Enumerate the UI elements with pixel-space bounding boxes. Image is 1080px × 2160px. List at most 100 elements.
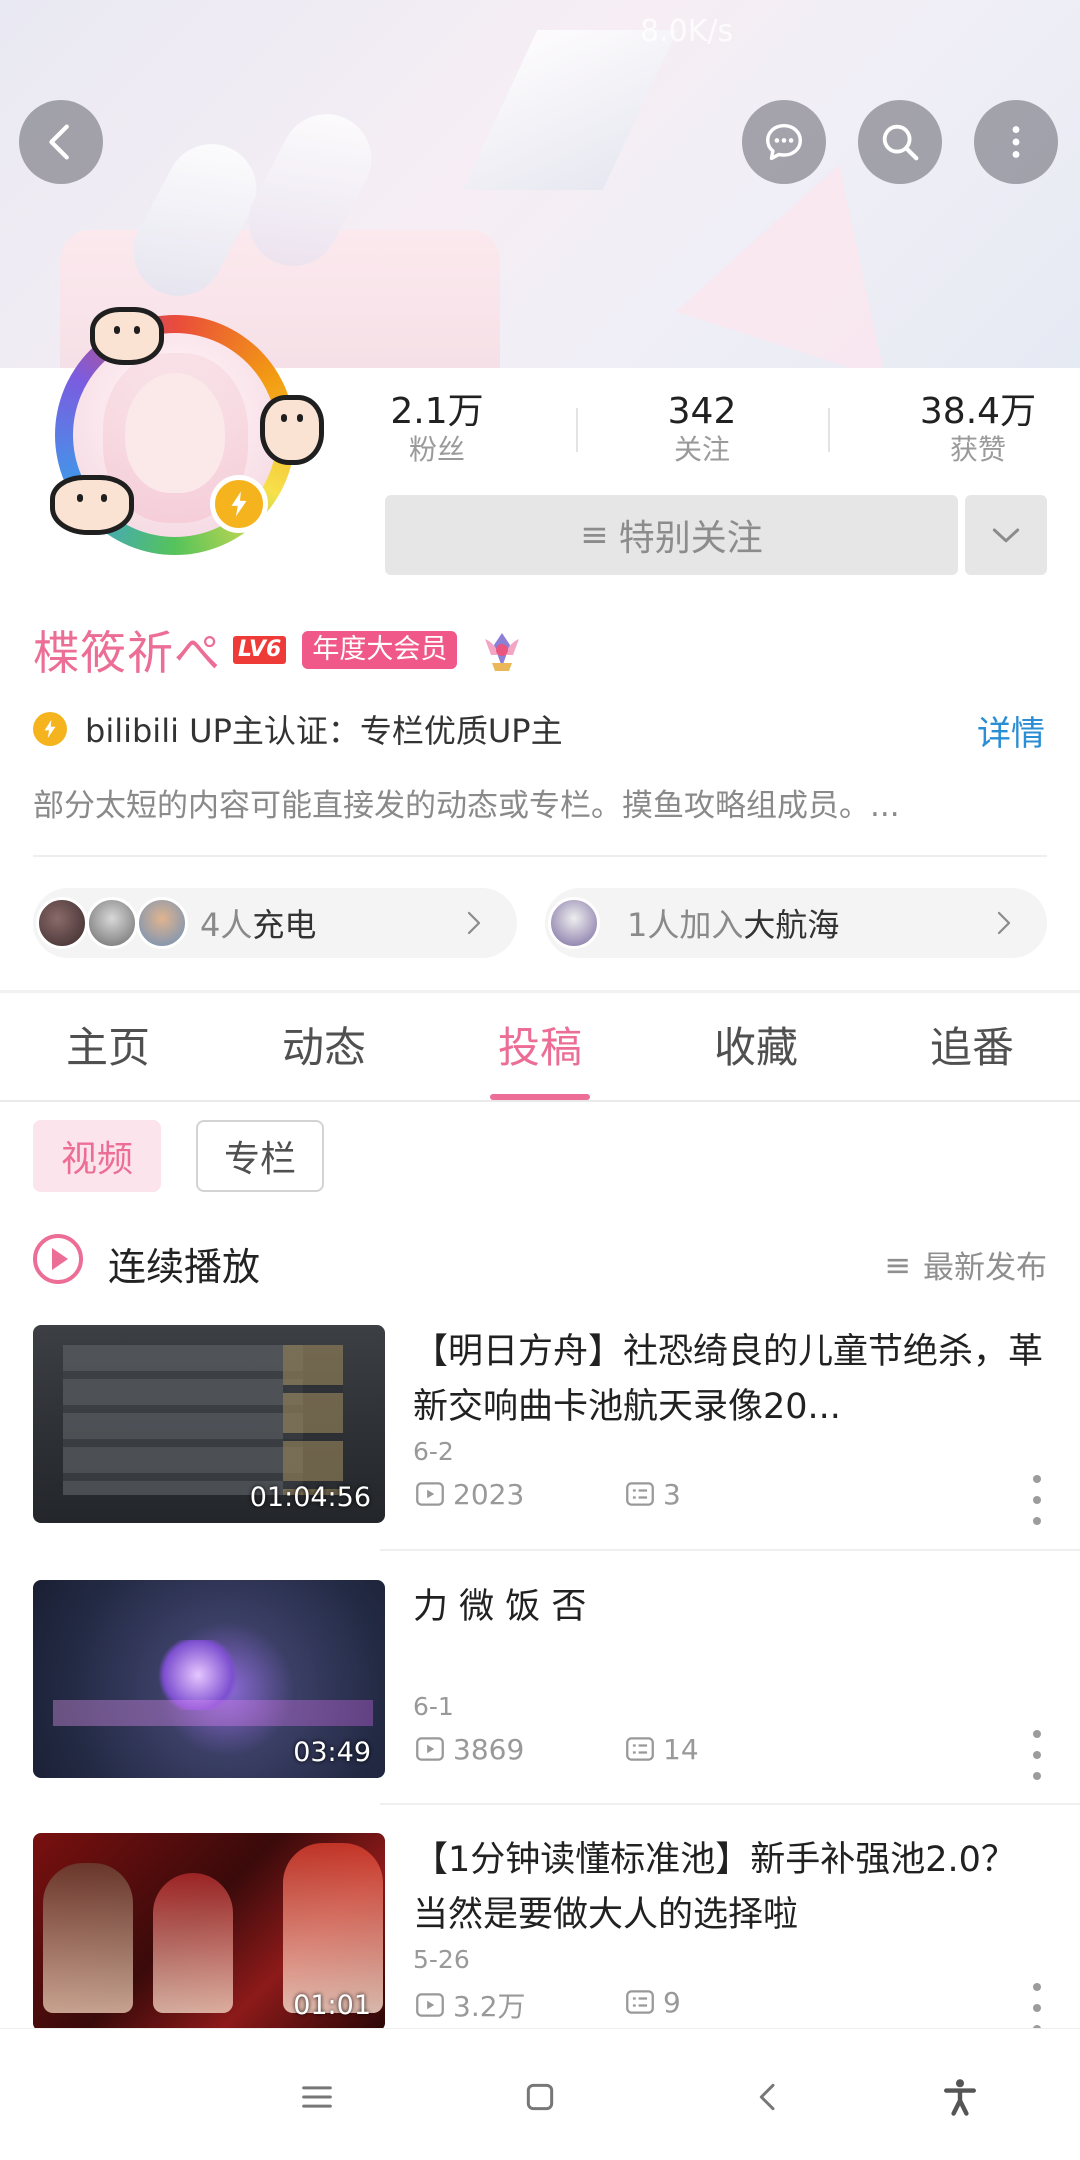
video-duration: 01:01 (293, 1990, 371, 2021)
stat-label: 关注 (673, 433, 730, 466)
filter-column-chip[interactable]: 专栏 (196, 1120, 324, 1192)
tab-home[interactable]: 主页 (0, 1000, 216, 1100)
verification-text: bilibili UP主认证：专栏优质UP主 (85, 712, 563, 750)
list-icon: ≡ (580, 515, 609, 555)
stat-divider (576, 408, 578, 452)
fleet-avatar (548, 897, 600, 949)
stat-value: 38.4万 (919, 391, 1037, 432)
filter-video-chip[interactable]: 视频 (33, 1120, 161, 1192)
special-follow-button[interactable]: ≡ 特别关注 (385, 495, 958, 575)
pendant-cat-icon (260, 395, 324, 465)
danmaku-icon (626, 1990, 654, 2014)
video-title: 力 微 饭 否 (413, 1587, 587, 1627)
video-thumbnail[interactable]: 01:04:56 (33, 1325, 385, 1523)
tab-favorites[interactable]: 收藏 (648, 1000, 864, 1100)
video-more-button[interactable] (1027, 1475, 1047, 1525)
video-item[interactable]: 01:01 【1分钟读懂标准池】新手补强池2.0？当然是要做大人的选择啦 5-2… (33, 1833, 1047, 2033)
tab-dynamics[interactable]: 动态 (216, 1000, 432, 1100)
back-button[interactable] (19, 100, 103, 184)
video-duration: 03:49 (293, 1737, 371, 1768)
video-duration: 01:04:56 (249, 1482, 371, 1513)
message-button[interactable] (742, 100, 826, 184)
home-button[interactable] (510, 2069, 570, 2125)
pendant-cat-icon (50, 475, 134, 535)
system-navigation-bar (0, 2028, 1080, 2160)
continuous-play-button[interactable]: 连续播放 (108, 1236, 260, 1291)
chevron-right-icon (467, 911, 481, 935)
stat-label: 获赞 (949, 433, 1006, 466)
chat-bubble-icon (765, 123, 803, 161)
search-button[interactable] (858, 100, 942, 184)
details-link[interactable]: 详情 (977, 706, 1045, 755)
chevron-right-icon (997, 911, 1011, 935)
search-icon (882, 124, 919, 161)
video-more-button[interactable] (1027, 1983, 1047, 2033)
medal-icon[interactable] (477, 625, 527, 675)
follow-button-label: 特别关注 (618, 518, 763, 559)
divider (380, 1549, 1080, 1551)
danmaku-icon (626, 1737, 654, 1761)
avatar[interactable] (50, 307, 330, 565)
stat-likes[interactable]: 38.4万 获赞 (898, 392, 1058, 468)
continuous-play-row: 连续播放 ≡ 最新发布 (33, 1230, 1047, 1290)
back-icon (49, 124, 69, 160)
divider (33, 855, 1047, 857)
charge-text: 4人充电 (200, 906, 317, 944)
back-icon (759, 2083, 775, 2111)
tab-uploads[interactable]: 投稿 (432, 1000, 648, 1100)
supporter-avatar (36, 897, 88, 949)
accessibility-button[interactable] (930, 2069, 990, 2125)
home-icon (526, 2083, 554, 2111)
verified-bolt-icon (33, 712, 67, 746)
view-count: 3.2万 (453, 1990, 526, 2023)
video-item[interactable]: 01:04:56 【明日方舟】社恐绮良的儿童节绝杀，革新交响曲卡池航天录像20.… (33, 1325, 1047, 1525)
divider (380, 1803, 1080, 1805)
video-stats: 3869 14 (413, 1732, 699, 1766)
fleet-button[interactable]: 1人加入大航海 (545, 888, 1047, 958)
video-date: 5-26 (413, 1945, 470, 1974)
supporter-avatar (86, 897, 138, 949)
video-item[interactable]: 03:49 力 微 饭 否 6-1 3869 14 (33, 1580, 1047, 1780)
video-date: 6-1 (413, 1692, 454, 1721)
danmaku-count: 14 (663, 1732, 699, 1766)
stat-label: 粉丝 (408, 433, 465, 466)
bio-text[interactable]: 部分太短的内容可能直接发的动态或专栏。摸鱼攻略组成员。... (33, 780, 1043, 825)
stat-value: 2.1万 (390, 391, 484, 432)
more-vertical-icon (1012, 126, 1020, 158)
name-row: 楪筱祈ぺ LV6 年度大会员 (33, 622, 527, 680)
stat-following[interactable]: 342 关注 (622, 392, 782, 468)
fleet-text: 1人加入大航海 (627, 906, 840, 944)
accessibility-icon (944, 2079, 976, 2116)
stat-fans[interactable]: 2.1万 粉丝 (357, 392, 517, 468)
verification-row: bilibili UP主认证：专栏优质UP主 (33, 706, 563, 752)
sort-button[interactable]: ≡ 最新发布 (884, 1242, 1047, 1287)
video-title: 【明日方舟】社恐绮良的儿童节绝杀，革新交响曲卡池航天录像20... (413, 1332, 1043, 1427)
view-count: 2023 (453, 1477, 525, 1511)
danmaku-count: 9 (663, 1985, 681, 2019)
banner-decoration (462, 30, 678, 190)
charge-button[interactable]: 4人充电 (33, 888, 517, 958)
tab-anime[interactable]: 追番 (864, 1000, 1080, 1100)
video-thumbnail[interactable]: 01:01 (33, 1833, 385, 2031)
play-circle-icon[interactable] (33, 1234, 83, 1284)
profile-tabs: 主页 动态 投稿 收藏 追番 (0, 1000, 1080, 1100)
video-stats: 2023 3 (413, 1477, 681, 1511)
play-count-icon (416, 1482, 444, 1506)
network-speed: 8.0K/s (640, 14, 734, 49)
verified-bolt-icon (210, 475, 268, 533)
follow-options-button[interactable] (965, 495, 1047, 575)
video-title: 【1分钟读懂标准池】新手补强池2.0？当然是要做大人的选择啦 (413, 1840, 1016, 1935)
chevron-down-icon (992, 528, 1020, 543)
sort-label: 最新发布 (923, 1250, 1047, 1286)
danmaku-icon (626, 1482, 654, 1506)
vip-badge[interactable]: 年度大会员 (302, 631, 458, 669)
view-count: 3869 (453, 1732, 525, 1766)
video-more-button[interactable] (1027, 1730, 1047, 1780)
recent-apps-button[interactable] (287, 2069, 347, 2125)
system-back-button[interactable] (738, 2069, 798, 2125)
stat-divider (828, 408, 830, 452)
profile-banner: 8.0K/s (0, 0, 1080, 368)
stat-value: 342 (667, 391, 737, 432)
video-thumbnail[interactable]: 03:49 (33, 1580, 385, 1778)
more-button[interactable] (974, 100, 1058, 184)
